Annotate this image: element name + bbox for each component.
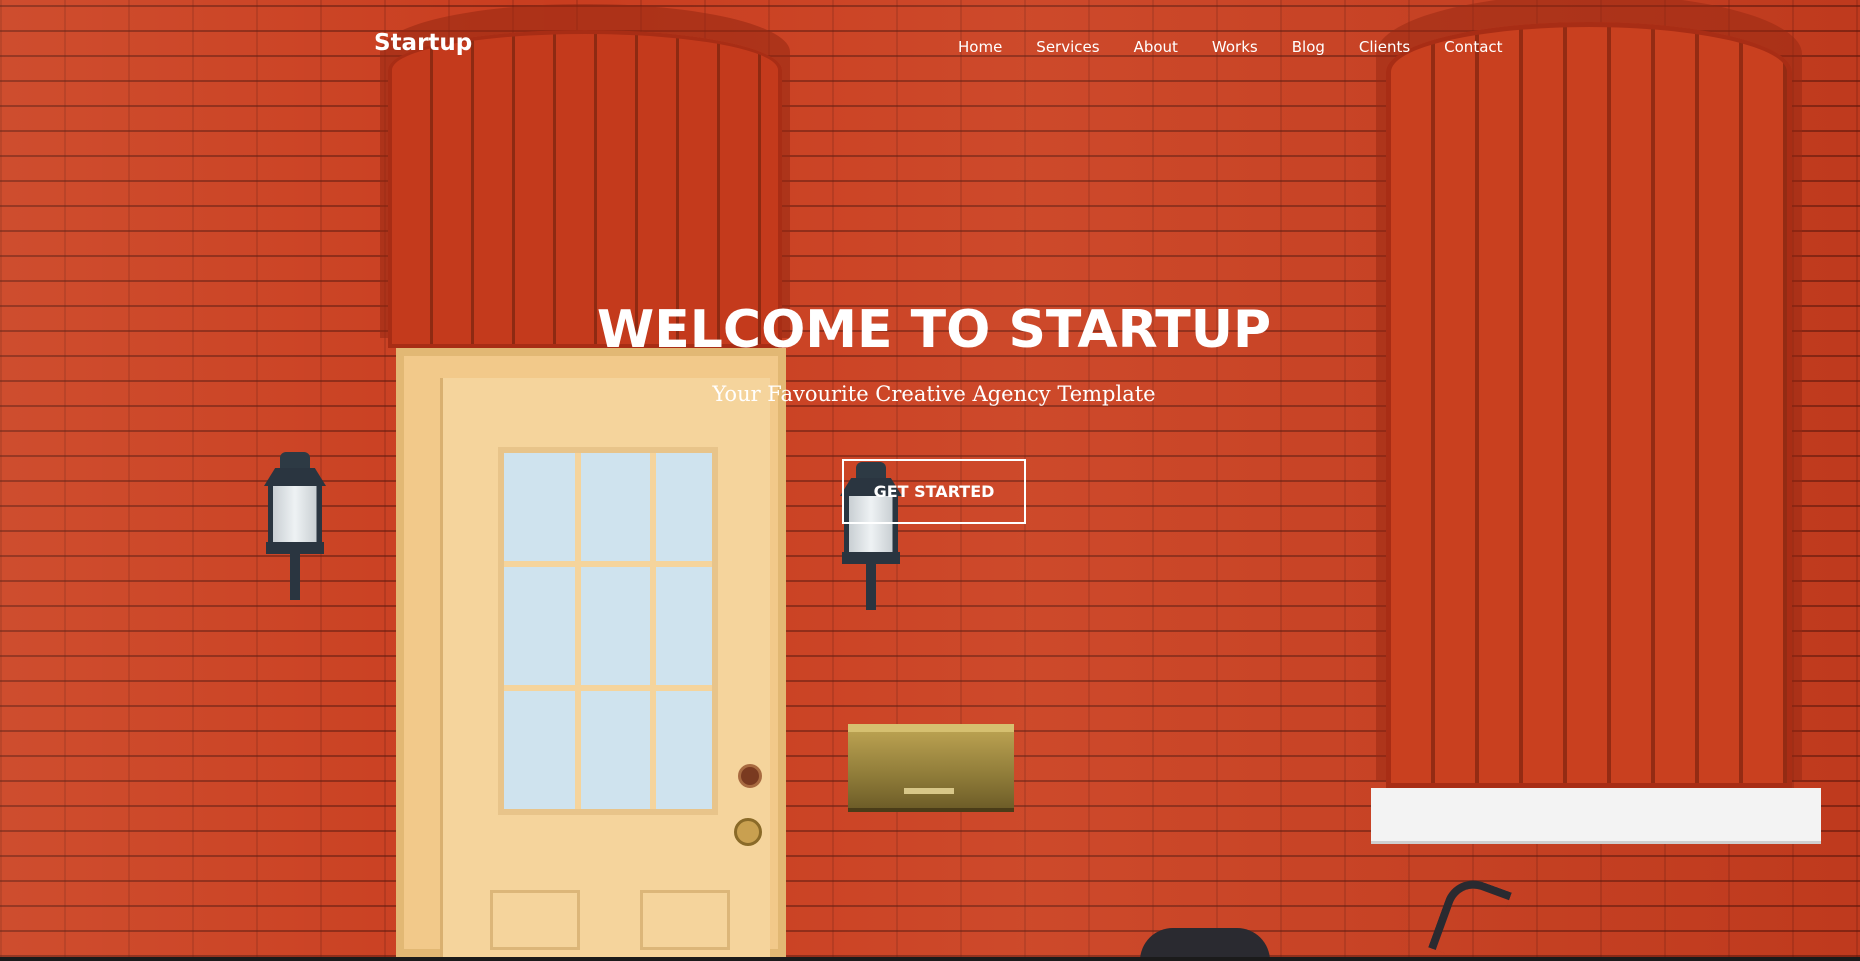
- nav-item-about[interactable]: About: [1134, 38, 1178, 56]
- nav-menu: Home Services About Works Blog Clients C…: [958, 38, 1537, 56]
- nav-item-works[interactable]: Works: [1212, 38, 1258, 56]
- bicycle-handlebar: [1428, 872, 1512, 957]
- page-bottom-edge: [0, 957, 1860, 961]
- nav-item-contact[interactable]: Contact: [1444, 38, 1502, 56]
- top-navigation: Startup Home Services About Works Blog C…: [0, 0, 1860, 100]
- nav-item-services[interactable]: Services: [1036, 38, 1099, 56]
- brand-logo[interactable]: Startup: [374, 30, 472, 56]
- door-panel: [640, 890, 730, 950]
- door-panel: [490, 890, 580, 950]
- nav-item-blog[interactable]: Blog: [1292, 38, 1325, 56]
- nav-item-home[interactable]: Home: [958, 38, 1002, 56]
- door-window: [498, 447, 718, 815]
- window-sill: [1371, 788, 1821, 844]
- door-lock: [738, 764, 762, 788]
- get-started-button[interactable]: GET STARTED: [842, 459, 1026, 524]
- nav-item-clients[interactable]: Clients: [1359, 38, 1410, 56]
- bicycle-seat: [1140, 928, 1270, 957]
- hero-title: WELCOME TO STARTUP: [596, 300, 1272, 360]
- door-knob: [734, 818, 762, 846]
- mailbox: [848, 724, 1014, 808]
- wall-lamp: [264, 452, 326, 600]
- hero-subtitle: Your Favourite Creative Agency Template: [712, 382, 1156, 406]
